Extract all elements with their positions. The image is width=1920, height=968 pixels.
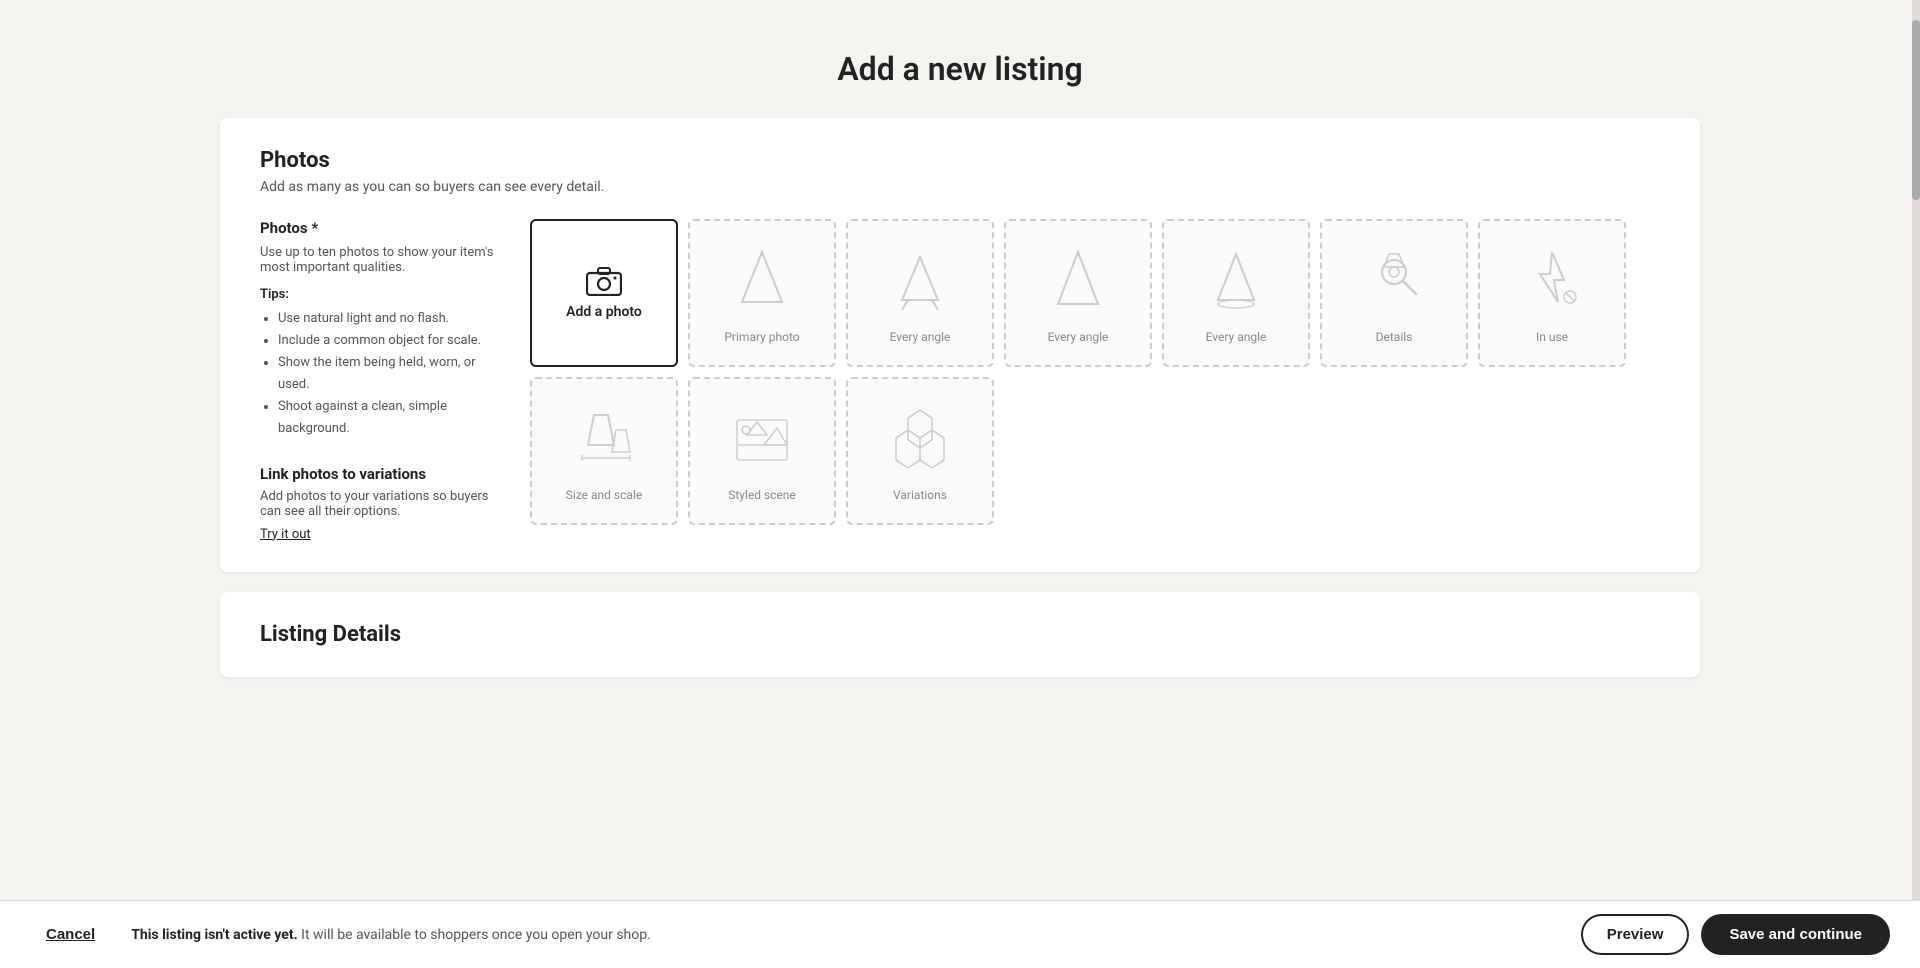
tips-list: Use natural light and no flash. Include … [260, 308, 500, 441]
inactive-notice-bold: This listing isn't active yet. [131, 927, 297, 943]
photos-layout: Photos * Use up to ten photos to show yo… [260, 219, 1660, 542]
save-continue-button[interactable]: Save and continue [1701, 914, 1890, 955]
styled-scene-label: Styled scene [728, 488, 796, 502]
photos-section-subtitle: Add as many as you can so buyers can see… [260, 179, 1660, 195]
tip-item: Use natural light and no flash. [278, 308, 500, 330]
listing-details-section: Listing Details [220, 592, 1700, 677]
details-slot[interactable]: Details [1320, 219, 1468, 367]
primary-photo-slot[interactable]: Primary photo [688, 219, 836, 367]
inactive-notice-text: It will be available to shoppers once yo… [301, 927, 651, 943]
tip-item: Show the item being held, worn, or used. [278, 352, 500, 396]
details-icon [1354, 242, 1434, 322]
every-angle-icon-3 [1196, 242, 1276, 322]
photos-grid-area: Add a photo Primary photo [530, 219, 1660, 542]
tip-item: Include a common object for scale. [278, 330, 500, 352]
photos-description: Use up to ten photos to show your item's… [260, 245, 500, 275]
preview-button[interactable]: Preview [1581, 914, 1690, 955]
scrollbar-thumb[interactable] [1912, 20, 1920, 200]
add-photo-label: Add a photo [566, 304, 642, 320]
every-angle-slot-1[interactable]: Every angle [846, 219, 994, 367]
bottom-bar-right: Preview Save and continue [1581, 914, 1890, 955]
bottom-bar: Cancel This listing isn't active yet. It… [0, 900, 1920, 968]
in-use-icon [1512, 242, 1592, 322]
primary-photo-icon [722, 242, 802, 322]
photos-label: Photos * [260, 219, 500, 237]
styled-scene-icon [722, 400, 802, 480]
styled-scene-slot[interactable]: Styled scene [688, 377, 836, 525]
variations-label: Variations [893, 488, 947, 502]
add-photo-button[interactable]: Add a photo [530, 219, 678, 367]
size-scale-slot[interactable]: Size and scale [530, 377, 678, 525]
main-content: Photos Add as many as you can so buyers … [200, 118, 1720, 677]
every-angle-label-1: Every angle [890, 330, 951, 344]
link-photos-title: Link photos to variations [260, 465, 500, 483]
size-scale-label: Size and scale [566, 488, 642, 502]
in-use-label: In use [1536, 330, 1568, 344]
try-it-out-link[interactable]: Try it out [260, 527, 311, 542]
listing-details-title: Listing Details [260, 622, 1660, 647]
link-photos-desc: Add photos to your variations so buyers … [260, 489, 500, 519]
photos-sidebar: Photos * Use up to ten photos to show yo… [260, 219, 500, 542]
every-angle-slot-2[interactable]: Every angle [1004, 219, 1152, 367]
page-title: Add a new listing [0, 0, 1920, 118]
cancel-button[interactable]: Cancel [30, 916, 111, 953]
every-angle-icon-1 [880, 242, 960, 322]
variations-slot[interactable]: Variations [846, 377, 994, 525]
photos-grid: Add a photo Primary photo [530, 219, 1660, 525]
every-angle-label-2: Every angle [1048, 330, 1109, 344]
primary-photo-label: Primary photo [724, 330, 799, 344]
link-photos-section: Link photos to variations Add photos to … [260, 465, 500, 542]
tip-item: Shoot against a clean, simple background… [278, 396, 500, 440]
every-angle-icon-2 [1038, 242, 1118, 322]
photos-section-title: Photos [260, 148, 1660, 173]
in-use-slot[interactable]: In use [1478, 219, 1626, 367]
size-scale-icon [564, 400, 644, 480]
details-label: Details [1376, 330, 1413, 344]
camera-icon [586, 266, 622, 296]
variations-icon [880, 400, 960, 480]
tips-label: Tips: [260, 287, 500, 302]
inactive-notice: This listing isn't active yet. It will b… [131, 927, 651, 943]
every-angle-label-3: Every angle [1206, 330, 1267, 344]
every-angle-slot-3[interactable]: Every angle [1162, 219, 1310, 367]
scrollbar[interactable] [1912, 0, 1920, 968]
photos-section: Photos Add as many as you can so buyers … [220, 118, 1700, 572]
